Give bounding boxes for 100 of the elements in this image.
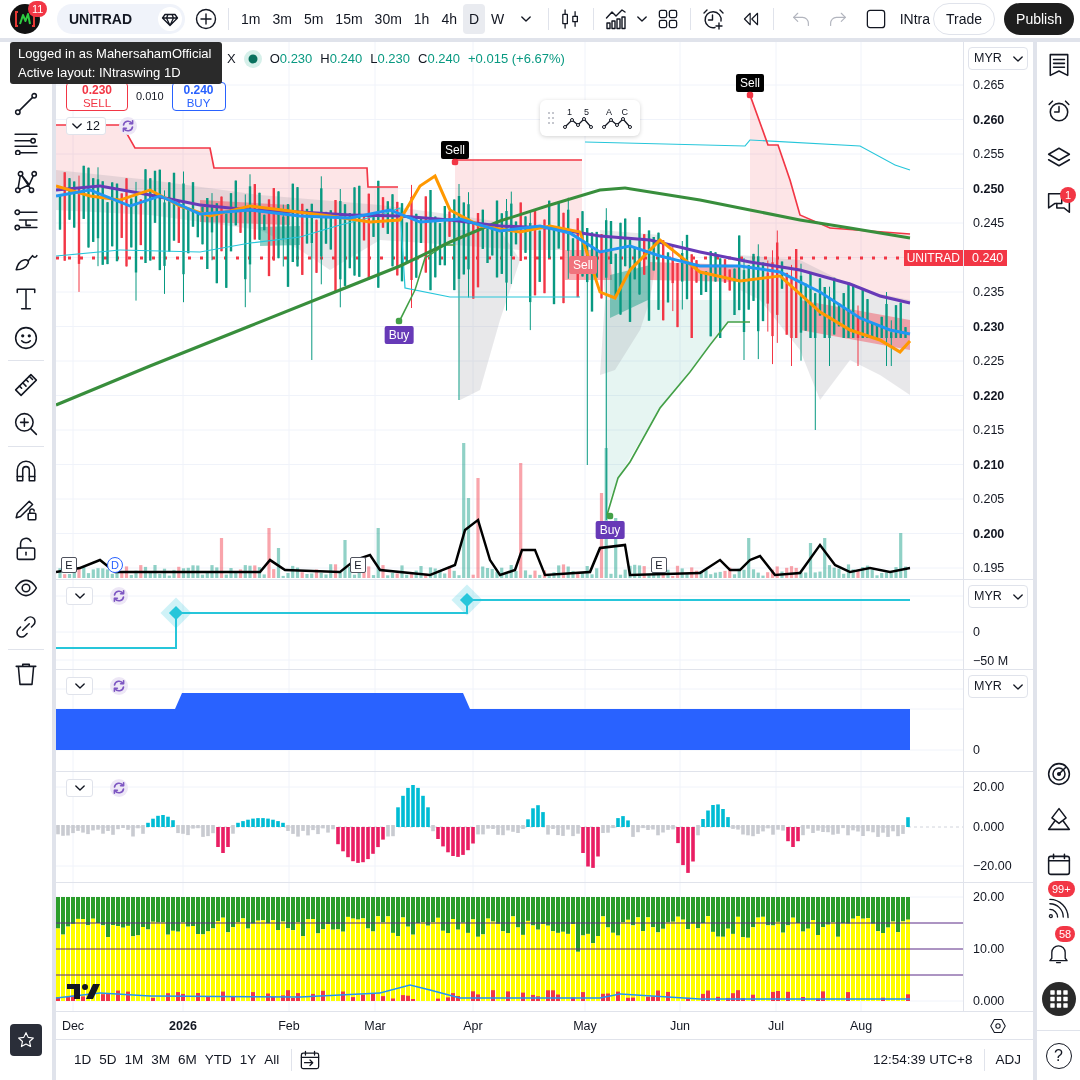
square-icon[interactable] <box>865 9 886 29</box>
zoom-in-icon[interactable] <box>14 411 38 436</box>
bell-icon[interactable] <box>1048 943 1069 964</box>
range-button[interactable]: 1D <box>70 1049 96 1071</box>
earnings-marker[interactable]: E <box>61 557 77 573</box>
scale-tick: −20.00 <box>973 858 1013 874</box>
chat-icon[interactable] <box>1046 191 1071 215</box>
interval-button[interactable]: 5m <box>297 4 330 34</box>
unlocked-padlock-icon[interactable] <box>14 536 38 561</box>
chevron-down-icon <box>1013 55 1023 62</box>
interval-button[interactable]: W <box>485 4 511 34</box>
refresh-icon[interactable] <box>110 587 128 605</box>
calendar-icon[interactable] <box>1046 851 1071 876</box>
ohlc-reading: C0.240 <box>418 50 460 68</box>
indicators-toggle-button[interactable]: 12 <box>66 117 106 135</box>
range-button[interactable]: YTD <box>200 1049 236 1071</box>
spread-text: 0.010 <box>136 89 164 105</box>
ruler-icon[interactable] <box>14 372 38 397</box>
price-tick: 0.195 <box>973 560 1006 576</box>
scale-tick: 20.00 <box>973 779 1006 795</box>
wave-tool-icon[interactable] <box>563 116 593 129</box>
text-tool-icon[interactable] <box>14 286 38 311</box>
settings-icon[interactable] <box>990 1017 1006 1034</box>
indicators-icon[interactable] <box>605 8 628 30</box>
refresh-icon[interactable] <box>119 117 137 135</box>
wave-tool-icon[interactable] <box>602 116 632 129</box>
sell-button[interactable]: 0.230 SELL <box>66 82 128 111</box>
dividend-marker[interactable]: D <box>107 557 123 573</box>
drag-handle-icon[interactable] <box>548 112 554 124</box>
interval-button[interactable]: 4h <box>435 4 463 34</box>
smiley-icon[interactable] <box>14 325 38 350</box>
logo-icon[interactable] <box>67 984 100 999</box>
interval-button[interactable]: 15m <box>329 4 369 34</box>
range-button[interactable]: 1Y <box>235 1049 261 1071</box>
signal-dot-icon <box>606 512 614 520</box>
currency-dropdown[interactable]: MYR <box>968 675 1028 698</box>
range-button[interactable]: 3M <box>147 1049 175 1071</box>
go-to-date-icon[interactable] <box>300 1050 321 1070</box>
price-tick: 0.250 <box>973 180 1006 197</box>
buy-button[interactable]: 0.240 BUY <box>171 82 226 111</box>
help-button[interactable]: ? <box>1045 1042 1072 1069</box>
add-symbol-icon[interactable] <box>195 8 217 30</box>
currency-dropdown[interactable]: MYR <box>968 47 1028 70</box>
interval-button[interactable]: 30m <box>368 4 408 34</box>
symbol-search-field[interactable]: UNITRAD <box>57 4 185 34</box>
refresh-icon[interactable] <box>110 779 128 797</box>
layers-icon[interactable] <box>1046 145 1071 169</box>
collapse-button[interactable] <box>66 587 93 605</box>
range-button[interactable]: 1M <box>120 1049 148 1071</box>
signal-label: Buy <box>384 326 414 344</box>
range-button[interactable]: All <box>260 1049 284 1071</box>
ohlc-reading: L0.230 <box>370 50 411 68</box>
interval-button[interactable]: 1m <box>235 4 267 34</box>
scale-tick: 10.00 <box>973 941 1006 957</box>
publish-button[interactable]: Publish <box>1004 3 1074 35</box>
earnings-marker[interactable]: E <box>651 557 667 573</box>
price-tick: 0.265 <box>973 77 1006 93</box>
earnings-marker[interactable]: E <box>350 557 366 573</box>
layout-name[interactable]: INtra <box>899 8 930 30</box>
range-button[interactable]: 5D <box>95 1049 121 1071</box>
time-tick: May <box>572 1018 598 1034</box>
tooltip-text: Active layout: INtraswing 1D <box>18 64 182 82</box>
scale-tick: 0.000 <box>973 819 1006 835</box>
scale-tick: 0 <box>973 742 981 758</box>
collapse-button[interactable] <box>66 677 93 695</box>
trash-icon[interactable] <box>14 661 38 686</box>
interval-button[interactable]: 3m <box>266 4 298 34</box>
chevron-down-icon <box>74 785 85 791</box>
link-icon[interactable] <box>14 614 38 639</box>
apps-grid-icon[interactable] <box>1041 982 1076 1016</box>
pattern-icon[interactable] <box>14 169 38 194</box>
range-button[interactable]: 6M <box>174 1049 201 1071</box>
chevron-down-icon <box>637 16 647 22</box>
time-tick: Jul <box>767 1018 785 1034</box>
alarm-add-icon[interactable] <box>701 8 724 30</box>
layout-grid-icon[interactable] <box>657 9 678 29</box>
levels-icon[interactable] <box>14 208 38 233</box>
time-tick: Feb <box>277 1018 301 1034</box>
favorites-button[interactable] <box>10 1024 42 1056</box>
adjustment-button[interactable]: ADJ <box>985 1049 1033 1071</box>
time-tick: Mar <box>363 1018 387 1034</box>
trend-line-icon[interactable] <box>14 91 38 116</box>
chevron-down-icon <box>72 123 82 129</box>
refresh-icon[interactable] <box>110 677 128 695</box>
target-icon[interactable] <box>1046 761 1071 786</box>
peaks-icon[interactable] <box>1046 806 1071 831</box>
currency-dropdown[interactable]: MYR <box>968 585 1028 608</box>
interval-button[interactable]: D <box>463 4 486 34</box>
tooltip-text: Logged in as MahersahamOfficial <box>18 45 213 63</box>
alarm-clock-icon[interactable] <box>1046 99 1071 123</box>
interval-button[interactable]: 1h <box>407 4 436 34</box>
collapse-button[interactable] <box>66 779 93 797</box>
rewind-icon[interactable] <box>741 10 760 28</box>
trade-button[interactable]: Trade <box>933 3 996 35</box>
magnet-icon[interactable] <box>14 458 38 483</box>
star-icon <box>17 1031 35 1049</box>
wave-label: 5 <box>584 107 589 117</box>
market-status-icon <box>243 49 262 68</box>
feed-icon[interactable] <box>1048 898 1069 919</box>
ohlc-reading: O0.230 <box>269 50 313 68</box>
